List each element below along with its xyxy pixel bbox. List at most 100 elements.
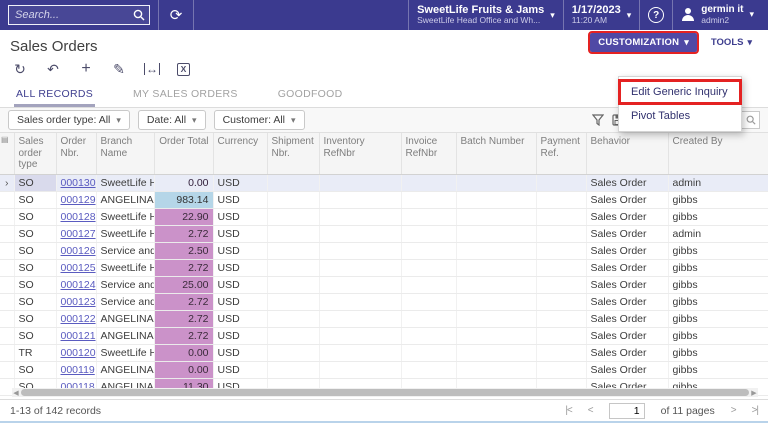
col-header-payment-ref[interactable]: Payment Ref. [536,133,586,174]
sales-orders-grid: ▤ Sales order type Order Nbr. Branch Nam… [0,133,768,396]
order-nbr-link[interactable]: 000123 [61,296,96,308]
table-row[interactable]: SO 000121 ANGELINA ... 2.72 USD Sales Or… [0,327,768,344]
col-header-branch-name[interactable]: Branch Name [96,133,154,174]
tab-my-sales-orders[interactable]: MY SALES ORDERS [131,84,240,107]
scroll-left-icon[interactable]: ◀ [12,389,20,397]
cell-currency: USD [213,310,267,327]
col-header-order-total[interactable]: Order Total [154,133,213,174]
cell-shipment-nbr [267,344,319,361]
global-search-input[interactable] [8,5,150,25]
fit-width-icon[interactable]: ↔ [144,63,160,75]
next-page-button[interactable]: > [731,405,736,416]
order-nbr-link[interactable]: 000128 [61,211,96,223]
col-header-invoice-refnbr[interactable]: Invoice RefNbr [401,133,456,174]
undo-icon[interactable]: ↶ [45,62,61,76]
table-row[interactable]: › SO 000130 SweetLife H... 0.00 USD Sale… [0,174,768,191]
filter-date[interactable]: Date: All ▾ [138,110,206,130]
order-nbr-link[interactable]: 000125 [61,262,96,274]
business-date-selector[interactable]: 1/17/2023 11:20 AM ▾ [564,4,639,26]
menu-item-pivot-tables[interactable]: Pivot Tables [619,104,741,128]
refresh-icon[interactable]: ↻ [12,62,28,76]
cell-batch-number [456,293,536,310]
cell-invoice-refnbr [401,242,456,259]
scroll-right-icon[interactable]: ▶ [750,389,758,397]
filter-customer[interactable]: Customer: All ▾ [214,110,305,130]
cell-order-total: 2.50 [154,242,213,259]
col-header-sales-order-type[interactable]: Sales order type [14,133,56,174]
cell-created-by: gibbs [668,208,768,225]
user-menu[interactable]: germin it admin2 ▾ [673,4,762,25]
cell-order-nbr: 000119 [56,361,96,378]
page-number-input[interactable] [609,403,645,419]
cell-behavior: Sales Order [586,225,668,242]
col-header-batch-number[interactable]: Batch Number [456,133,536,174]
order-nbr-link[interactable]: 000120 [61,347,96,359]
cell-payment-ref [536,327,586,344]
scrollbar-thumb[interactable] [21,389,749,396]
row-selector-caret: › [0,174,14,191]
cell-currency: USD [213,344,267,361]
table-row[interactable]: SO 000129 ANGELINA ... 983.14 USD Sales … [0,191,768,208]
order-nbr-link[interactable]: 000122 [61,313,96,325]
filter-label: Sales order type: All [17,114,110,126]
filter-funnel-icon[interactable] [592,114,604,126]
table-row[interactable]: SO 000126 Service and ... 2.50 USD Sales… [0,242,768,259]
tab-all-records[interactable]: ALL RECORDS [14,84,95,107]
notes-icon: ▤ [0,133,14,174]
cell-inventory-refnbr [319,327,401,344]
tools-button[interactable]: TOOLS ▾ [711,37,752,48]
order-nbr-link[interactable]: 000126 [61,245,96,257]
order-nbr-link[interactable]: 000124 [61,279,96,291]
cell-payment-ref [536,208,586,225]
table-row[interactable]: SO 000123 Service and ... 2.72 USD Sales… [0,293,768,310]
table-row[interactable]: SO 000128 SweetLife H... 22.90 USD Sales… [0,208,768,225]
tools-label: TOOLS [711,37,744,48]
cell-inventory-refnbr [319,174,401,191]
help-button[interactable]: ? [640,7,672,23]
table-row[interactable]: TR 000120 SweetLife H... 0.00 USD Sales … [0,344,768,361]
table-row[interactable]: SO 000119 ANGELINA ... 0.00 USD Sales Or… [0,361,768,378]
table-row[interactable]: SO 000124 Service and ... 25.00 USD Sale… [0,276,768,293]
col-header-created-by[interactable]: Created By [668,133,768,174]
order-nbr-link[interactable]: 000130 [61,177,96,189]
export-excel-icon[interactable]: X [177,63,190,76]
cell-shipment-nbr [267,361,319,378]
add-icon[interactable]: + [78,61,94,77]
prev-page-button[interactable]: < [588,405,593,416]
menu-item-edit-generic-inquiry[interactable]: Edit Generic Inquiry [619,80,741,104]
horizontal-scrollbar[interactable]: ◀ ▶ [12,388,758,397]
cell-currency: USD [213,225,267,242]
edit-icon[interactable]: ✎ [111,62,127,76]
table-row[interactable]: SO 000127 SweetLife H... 2.72 USD Sales … [0,225,768,242]
col-header-order-nbr[interactable]: Order Nbr. [56,133,96,174]
first-page-button[interactable]: |< [565,405,571,416]
recent-refresh-icon[interactable]: ⟳ [159,6,193,24]
cell-shipment-nbr [267,276,319,293]
order-nbr-link[interactable]: 000121 [61,330,96,342]
tab-goodfood[interactable]: GOODFOOD [276,84,345,107]
customization-button[interactable]: CUSTOMIZATION ▾ [590,33,697,52]
order-nbr-link[interactable]: 000127 [61,228,96,240]
company-branch: SweetLife Head Office and Wh... [417,16,544,26]
table-row[interactable]: SO 000122 ANGELINA ... 2.72 USD Sales Or… [0,310,768,327]
cell-created-by: gibbs [668,276,768,293]
cell-order-nbr: 000120 [56,344,96,361]
cell-shipment-nbr [267,327,319,344]
order-nbr-link[interactable]: 000119 [61,364,95,376]
col-header-behavior[interactable]: Behavior [586,133,668,174]
cell-branch-name: ANGELINA ... [96,191,154,208]
cell-invoice-refnbr [401,276,456,293]
col-header-shipment-nbr[interactable]: Shipment Nbr. [267,133,319,174]
row-selector-caret [0,344,14,361]
order-nbr-link[interactable]: 000129 [61,194,96,206]
table-row[interactable]: SO 000125 SweetLife H... 2.72 USD Sales … [0,259,768,276]
filter-sales-order-type[interactable]: Sales order type: All ▾ [8,110,130,130]
cell-created-by: gibbs [668,310,768,327]
cell-payment-ref [536,344,586,361]
company-selector[interactable]: SweetLife Fruits & Jams SweetLife Head O… [409,4,563,26]
cell-behavior: Sales Order [586,361,668,378]
last-page-button[interactable]: >| [752,405,758,416]
col-header-currency[interactable]: Currency [213,133,267,174]
col-header-inventory-refnbr[interactable]: Inventory RefNbr [319,133,401,174]
cell-currency: USD [213,208,267,225]
